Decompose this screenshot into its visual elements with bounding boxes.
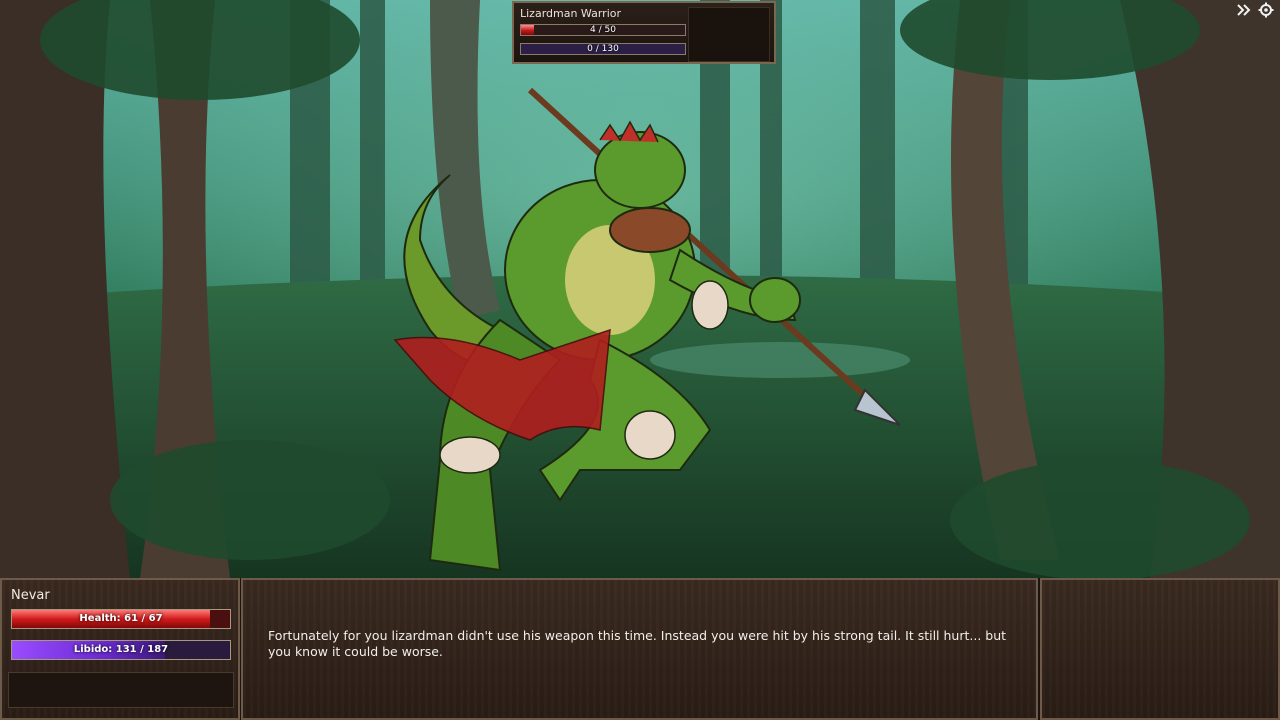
gear-icon[interactable] xyxy=(1258,2,1274,18)
player-status-effects-slot xyxy=(8,672,234,708)
combat-log-panel[interactable]: Fortunately for you lizardman didn't use… xyxy=(241,578,1038,720)
fast-forward-icon[interactable] xyxy=(1236,2,1252,18)
player-health-text: Health: 61 / 67 xyxy=(79,613,163,624)
bottom-hud: Nevar Health: 61 / 67 Libido: 131 / 187 … xyxy=(0,578,1280,720)
player-health-bar: Health: 61 / 67 xyxy=(11,609,231,629)
enemy-status-panel: Lizardman Warrior 4 / 50 0 / 130 xyxy=(512,1,776,64)
combat-log-text: Fortunately for you lizardman didn't use… xyxy=(268,628,1007,659)
forest-background xyxy=(0,0,1280,578)
enemy-name: Lizardman Warrior xyxy=(520,7,622,20)
enemy-portrait-slot xyxy=(688,7,770,62)
player-name: Nevar xyxy=(11,588,50,603)
enemy-libido-text: 0 / 130 xyxy=(587,44,619,54)
enemy-health-text: 4 / 50 xyxy=(590,25,616,35)
enemy-libido-bar: 0 / 130 xyxy=(520,43,686,55)
player-status-panel: Nevar Health: 61 / 67 Libido: 131 / 187 xyxy=(0,578,240,720)
battle-scene xyxy=(0,0,1280,578)
enemy-health-bar: 4 / 50 xyxy=(520,24,686,36)
player-libido-bar: Libido: 131 / 187 xyxy=(11,640,231,660)
action-panel xyxy=(1040,578,1280,720)
player-libido-text: Libido: 131 / 187 xyxy=(73,644,169,655)
top-toolbar xyxy=(1236,2,1274,18)
